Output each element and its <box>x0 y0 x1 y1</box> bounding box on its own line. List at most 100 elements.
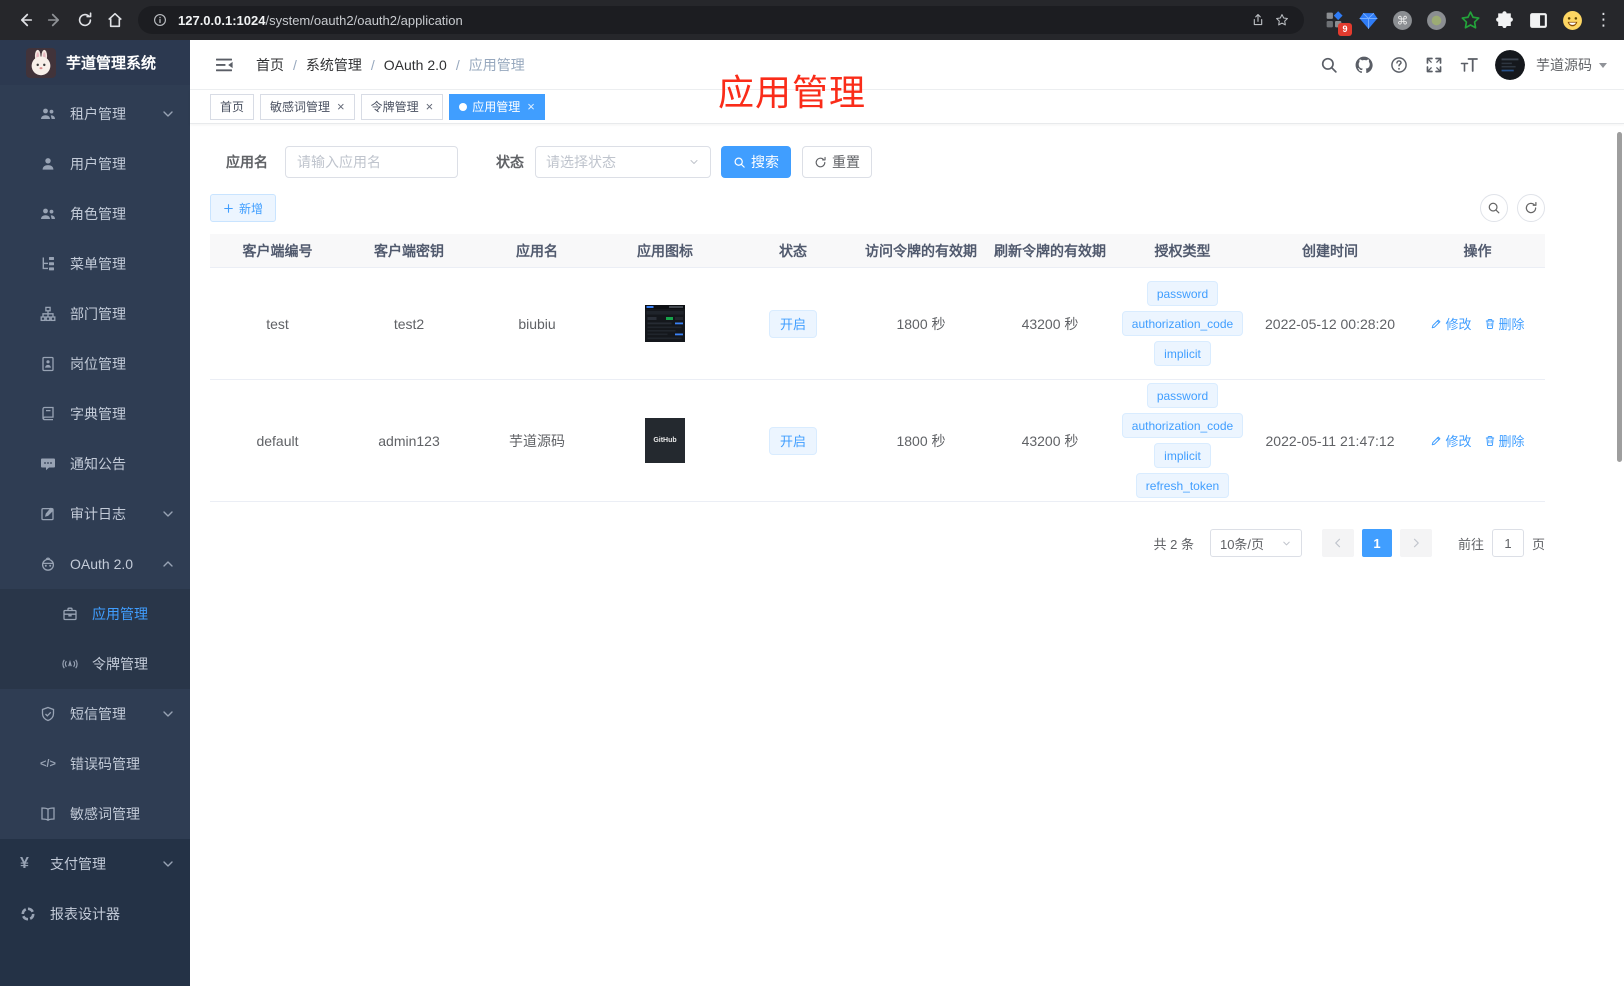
tab-0[interactable]: 首页 <box>210 93 255 120</box>
breadcrumb-item[interactable]: 首页 <box>256 55 284 75</box>
column-header: 授权类型 <box>1154 242 1211 259</box>
chevron-down-icon <box>688 156 700 168</box>
next-page-button[interactable] <box>1399 529 1432 557</box>
menu-arrow-down-icon <box>160 106 176 122</box>
sidebar-item-15[interactable]: ¥ 支付管理 <box>0 839 190 889</box>
breadcrumb-item[interactable]: 系统管理 <box>306 55 362 75</box>
bookmark-star-icon[interactable] <box>1270 8 1294 32</box>
scrollbar-thumb[interactable] <box>1617 132 1622 462</box>
close-icon[interactable]: × <box>337 100 345 113</box>
sidebar-filler <box>0 939 190 986</box>
browser-home-icon[interactable] <box>100 5 130 35</box>
page-size-select[interactable]: 10条/页 <box>1209 529 1302 557</box>
trash-icon <box>1484 318 1496 330</box>
tab-2[interactable]: 令牌管理 × <box>360 93 444 120</box>
header-search-icon[interactable] <box>1312 48 1345 81</box>
command-extension-icon[interactable]: ⌘ <box>1390 8 1415 33</box>
sidebar-item-label: 菜单管理 <box>70 256 126 272</box>
goto-page-input[interactable] <box>1491 529 1524 557</box>
apps-grid-extension-icon[interactable]: 9 <box>1322 8 1352 36</box>
app-name-input[interactable] <box>285 146 458 178</box>
tab-label: 令牌管理 <box>370 100 419 114</box>
sidebar-item-0[interactable]: 租户管理 <box>0 89 190 139</box>
url-text: 127.0.0.1:1024/system/oauth2/oauth2/appl… <box>178 13 463 28</box>
browser-back-icon[interactable] <box>10 5 40 35</box>
reset-button[interactable]: 重置 <box>802 146 872 178</box>
close-icon[interactable]: × <box>527 100 535 113</box>
grant-type-tags: password authorization_code implicit refres… <box>1121 383 1244 498</box>
menu-badge-icon <box>40 356 56 372</box>
green-star-extension-icon[interactable] <box>1458 8 1483 33</box>
fullscreen-icon[interactable] <box>1417 48 1450 81</box>
address-bar[interactable]: 127.0.0.1:1024/system/oauth2/oauth2/appl… <box>138 6 1304 34</box>
sidebar-item-7[interactable]: 通知公告 <box>0 439 190 489</box>
browser-reload-icon[interactable] <box>70 5 100 35</box>
status-select[interactable]: 请选择状态 <box>535 146 711 178</box>
client-secret-cell: test2 <box>393 315 425 332</box>
refresh-ttl-cell: 43200 秒 <box>1021 432 1079 449</box>
sidebar-item-8[interactable]: 审计日志 <box>0 489 190 539</box>
sidebar-menu: 租户管理 用户管理 角色管理菜单管理部门管理岗位管理 字典管理 通知公告 审计日志 OAut… <box>0 85 190 986</box>
menu-arrow-down-icon <box>160 856 176 872</box>
site-info-icon[interactable] <box>148 8 172 32</box>
menu-briefcase-icon <box>62 606 78 622</box>
sidebar-item-label: 部门管理 <box>70 306 126 322</box>
client-secret-cell: admin123 <box>378 432 440 449</box>
show-search-toggle-icon[interactable] <box>1480 194 1508 222</box>
sidebar-collapse-icon[interactable] <box>206 47 242 83</box>
search-button[interactable]: 搜索 <box>721 146 791 178</box>
sidebar-item-6[interactable]: 字典管理 <box>0 389 190 439</box>
menu-arrow-down-icon <box>160 506 176 522</box>
user-menu-caret-icon[interactable] <box>1598 60 1608 70</box>
tab-3[interactable]: 应用管理 × <box>449 93 545 120</box>
sidebar-item-2[interactable]: 角色管理 <box>0 189 190 239</box>
svg-text:⌘: ⌘ <box>1397 15 1409 27</box>
actions-cell: 修改 删除 <box>1410 431 1545 450</box>
sidebar-item-9[interactable]: OAuth 2.0 <box>0 539 190 589</box>
emoji-extension-icon[interactable] <box>1560 8 1585 33</box>
tab-1[interactable]: 敏感词管理 × <box>260 93 355 120</box>
sidebar-item-11[interactable]: 令牌管理 <box>0 639 190 689</box>
sidebar-item-16[interactable]: 报表设计器 <box>0 889 190 939</box>
page-number-1[interactable]: 1 <box>1361 529 1392 557</box>
gem-extension-icon[interactable] <box>1356 8 1381 33</box>
sidebar-item-14[interactable]: 敏感词管理 <box>0 789 190 839</box>
split-view-extension-icon[interactable] <box>1526 8 1551 33</box>
puzzle-extension-icon[interactable] <box>1492 8 1517 33</box>
sidebar-item-label: 错误码管理 <box>70 756 140 772</box>
sidebar-item-1[interactable]: 用户管理 <box>0 139 190 189</box>
sidebar-item-12[interactable]: 短信管理 <box>0 689 190 739</box>
share-icon[interactable] <box>1246 8 1270 32</box>
record-extension-icon[interactable] <box>1424 8 1449 33</box>
close-icon[interactable]: × <box>426 100 434 113</box>
delete-link[interactable]: 删除 <box>1484 314 1525 333</box>
font-size-icon[interactable] <box>1452 48 1485 81</box>
column-header: 创建时间 <box>1302 242 1358 259</box>
github-icon[interactable] <box>1347 48 1380 81</box>
sidebar-item-10[interactable]: 应用管理 <box>0 589 190 639</box>
sidebar-item-13[interactable]: </> 错误码管理 <box>0 739 190 789</box>
username-label[interactable]: 芋道源码 <box>1536 55 1592 75</box>
status-label: 状态 <box>496 154 524 170</box>
sidebar-item-3[interactable]: 菜单管理 <box>0 239 190 289</box>
status-tag: 开启 <box>768 309 817 338</box>
edit-link[interactable]: 修改 <box>1430 314 1472 333</box>
breadcrumb-item[interactable]: OAuth 2.0 <box>384 57 447 73</box>
total-count-label: 共 2 条 <box>1153 536 1194 552</box>
browser-forward-icon[interactable] <box>40 5 70 35</box>
user-avatar[interactable] <box>1495 49 1525 80</box>
refresh-table-icon[interactable] <box>1517 194 1545 222</box>
browser-menu-icon[interactable]: ⋮ <box>1593 10 1614 30</box>
app-logo-bar[interactable]: 芋道管理系统 <box>0 40 190 85</box>
help-icon[interactable] <box>1382 48 1415 81</box>
add-button[interactable]: 新增 <box>210 194 277 222</box>
plus-icon <box>223 203 234 214</box>
sidebar-item-5[interactable]: 岗位管理 <box>0 339 190 389</box>
grant-type-tags: password authorization_code implicit <box>1121 281 1244 366</box>
created-time-cell: 2022-05-12 00:28:20 <box>1265 315 1395 332</box>
delete-link[interactable]: 删除 <box>1484 431 1525 450</box>
menu-audit-icon <box>40 506 56 522</box>
prev-page-button[interactable] <box>1321 529 1354 557</box>
sidebar-item-4[interactable]: 部门管理 <box>0 289 190 339</box>
edit-link[interactable]: 修改 <box>1430 431 1472 450</box>
